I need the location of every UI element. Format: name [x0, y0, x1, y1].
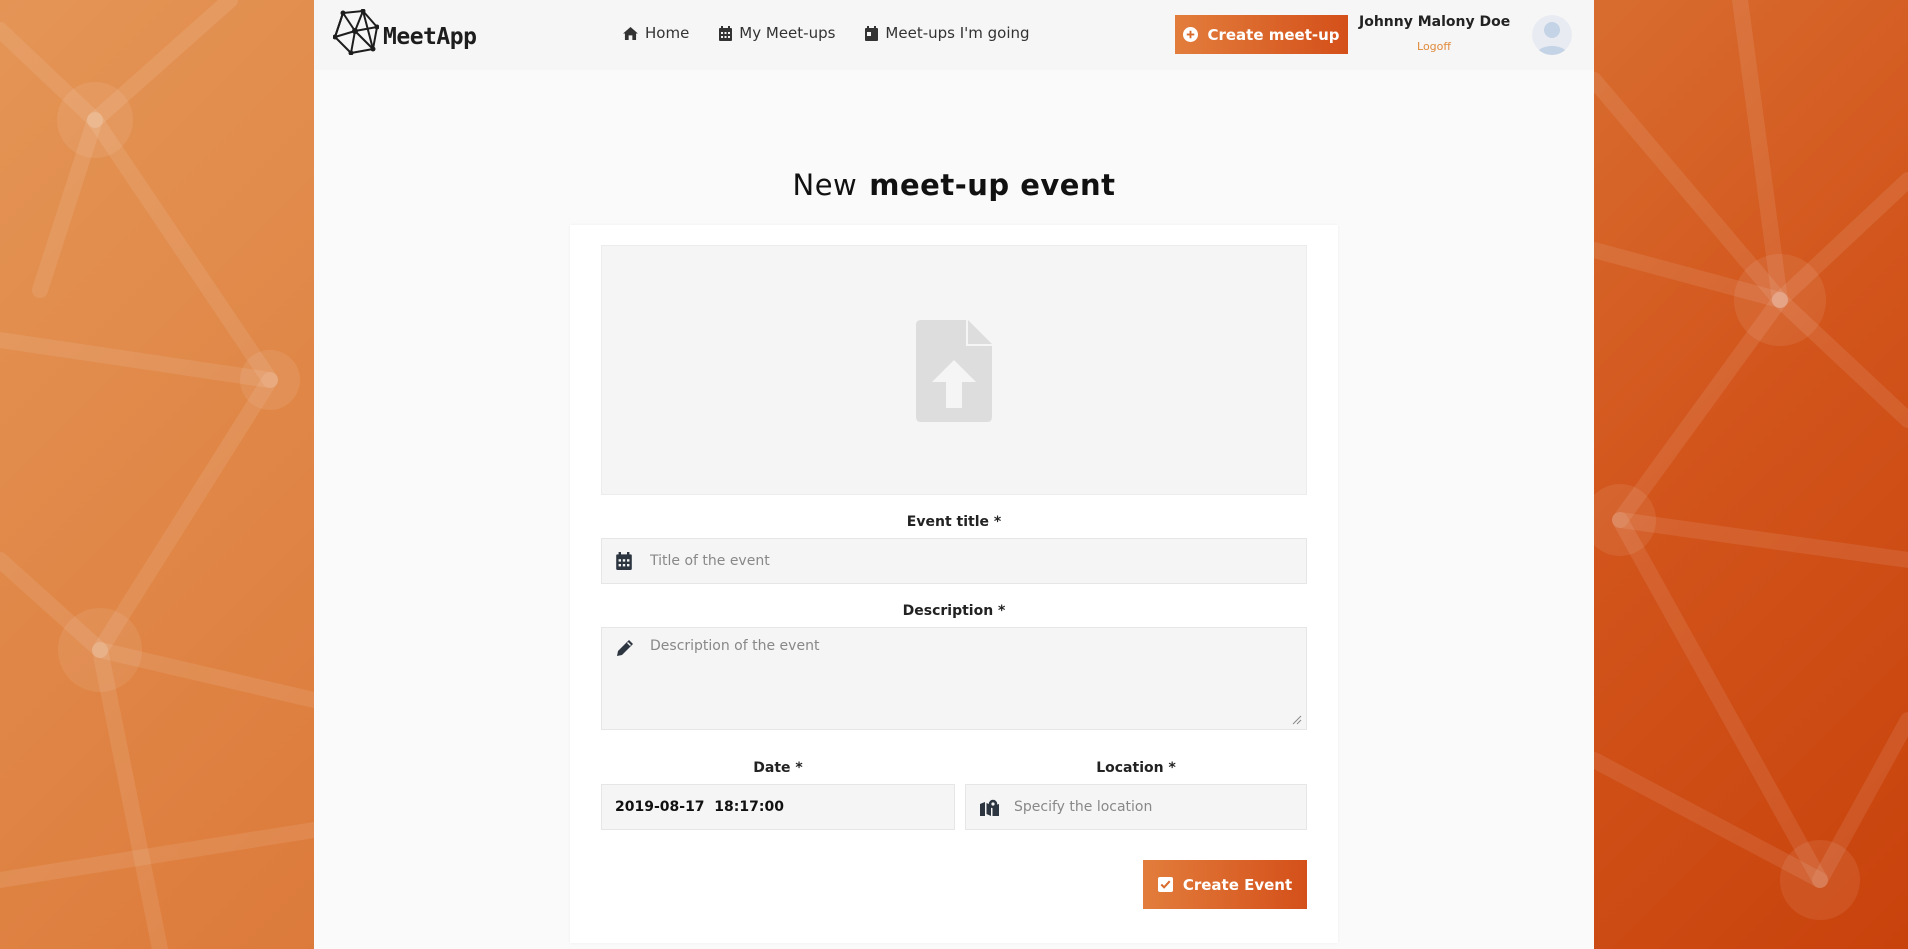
event-form-card: Event title * Description * — [570, 225, 1338, 943]
map-marker-icon — [980, 799, 999, 816]
file-upload-icon — [916, 320, 992, 422]
main-nav: Home My Meet-ups Meet-ups I'm going — [623, 24, 1060, 42]
create-event-label: Create Event — [1182, 875, 1293, 894]
create-meetup-label: Create meet-up — [1207, 25, 1340, 44]
nav-item-meetups-going[interactable]: Meet-ups I'm going — [865, 24, 1030, 42]
brand-logo[interactable]: MeetApp — [333, 9, 477, 55]
user-name: Johnny Malony Doe — [1359, 14, 1511, 30]
nav-item-label: My Meet-ups — [739, 24, 836, 42]
description-input[interactable] — [602, 628, 1306, 729]
description-label: Description * — [902, 603, 1006, 619]
resize-grip-icon[interactable] — [1292, 715, 1302, 725]
nav-item-my-meetups[interactable]: My Meet-ups — [719, 24, 835, 42]
home-icon — [623, 26, 638, 40]
plus-circle-icon — [1183, 27, 1199, 42]
logoff-link[interactable]: Logoff — [1359, 40, 1509, 53]
page-title: New meet-up event — [314, 168, 1594, 202]
create-event-button[interactable]: Create Event — [1143, 860, 1307, 909]
calendar-icon — [719, 25, 733, 41]
page-title-bold: meet-up event — [869, 168, 1116, 202]
avatar[interactable] — [1532, 15, 1572, 55]
date-input[interactable] — [602, 785, 954, 829]
brand-name: MeetApp — [383, 24, 477, 50]
app-container: MeetApp Home My Meet-ups Meet-ups I'm go… — [314, 0, 1594, 949]
image-upload-area[interactable] — [601, 245, 1307, 495]
description-field — [601, 627, 1307, 730]
calendar-day-icon — [865, 25, 879, 41]
event-title-field — [601, 538, 1307, 584]
location-field — [965, 784, 1307, 830]
date-field — [601, 784, 955, 830]
location-input[interactable] — [966, 785, 1306, 829]
create-meetup-button[interactable]: Create meet-up — [1175, 15, 1348, 54]
calendar-icon — [616, 552, 632, 570]
nav-item-label: Meet-ups I'm going — [885, 24, 1030, 42]
top-navbar: MeetApp Home My Meet-ups Meet-ups I'm go… — [314, 0, 1594, 70]
network-logo-icon — [333, 9, 379, 55]
date-label: Date * — [753, 760, 803, 776]
page-title-light: New — [792, 168, 858, 202]
user-avatar-icon — [1536, 22, 1568, 55]
pencil-icon — [617, 640, 633, 656]
nav-item-label: Home — [645, 24, 690, 42]
check-square-icon — [1157, 877, 1173, 892]
event-title-input[interactable] — [602, 539, 1306, 583]
event-title-label: Event title * — [906, 514, 1002, 530]
nav-item-home[interactable]: Home — [623, 24, 689, 42]
location-label: Location * — [1096, 760, 1176, 776]
